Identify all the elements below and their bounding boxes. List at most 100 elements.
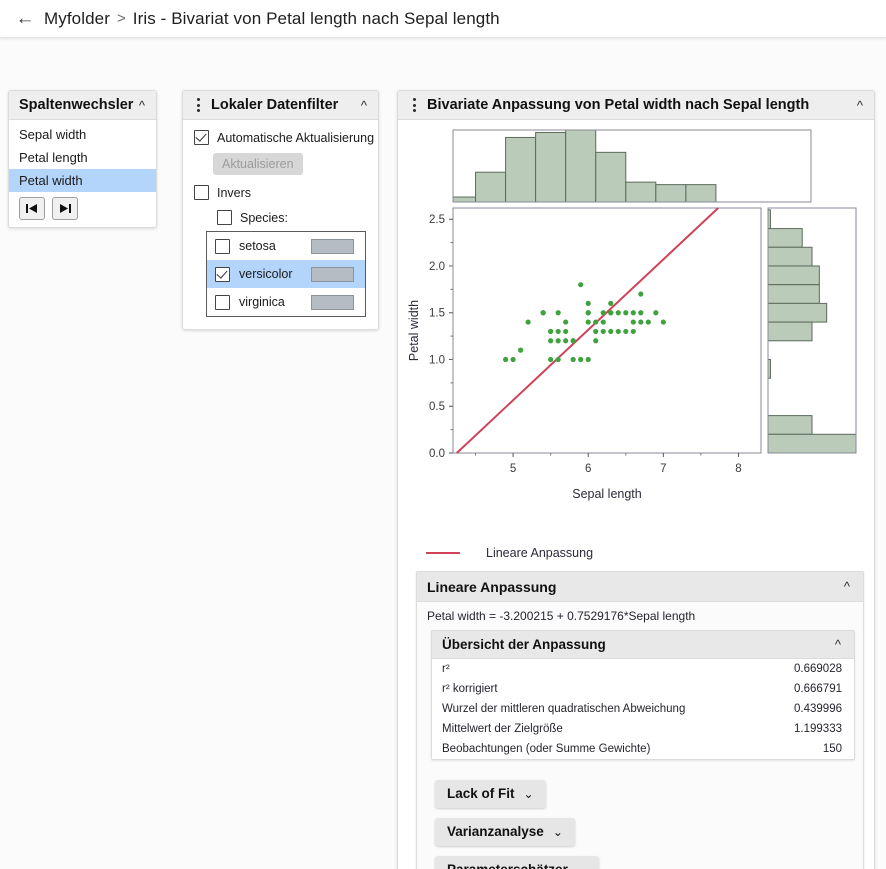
chevron-down-icon: ⌄ [577, 863, 587, 869]
back-arrow-icon[interactable]: ← [12, 6, 38, 32]
virginica-label: virginica [239, 295, 309, 309]
stat-label: r² [432, 659, 763, 679]
svg-text:0.0: 0.0 [429, 448, 445, 460]
svg-text:Petal width: Petal width [407, 300, 421, 361]
lack-of-fit-label: Lack of Fit [447, 786, 515, 801]
stat-value: 1.199333 [763, 719, 854, 739]
chevron-up-icon[interactable]: ^ [854, 97, 866, 114]
table-row: Wurzel der mittleren quadratischen Abwei… [432, 699, 854, 719]
auto-update-label: Automatische Aktualisierung [217, 131, 374, 145]
fit-summary-box: Übersicht der Anpassung ^ r² 0.669028 r²… [431, 630, 855, 760]
svg-text:5: 5 [510, 463, 516, 475]
svg-text:8: 8 [735, 463, 741, 475]
step-forward-icon [58, 203, 72, 214]
column-switcher-header: Spaltenwechsler ^ [9, 91, 156, 120]
species-group-checkbox[interactable] [217, 210, 232, 225]
data-filter-title: Lokaler Datenfilter [211, 97, 338, 113]
column-item-sepal-width[interactable]: Sepal width [9, 123, 156, 146]
kebab-menu-icon[interactable] [407, 98, 421, 112]
svg-text:0.5: 0.5 [429, 401, 445, 413]
linear-fit-legend-label: Lineare Anpassung [486, 546, 593, 560]
versicolor-label: versicolor [239, 267, 309, 281]
previous-column-button[interactable] [19, 197, 45, 220]
bivariate-title: Bivariate Anpassung von Petal width nach… [427, 97, 809, 113]
svg-text:7: 7 [660, 463, 666, 475]
species-row-setosa[interactable]: setosa [207, 232, 365, 260]
parameterschaetzer-section-button[interactable]: Parameterschätzer ⌄ [435, 856, 599, 869]
species-row-versicolor[interactable]: versicolor [207, 260, 365, 288]
svg-text:1.5: 1.5 [429, 308, 445, 320]
chevron-up-icon[interactable]: ^ [841, 578, 853, 595]
versicolor-count-bar [311, 267, 354, 282]
stat-value: 0.669028 [763, 659, 854, 679]
breadcrumb-root[interactable]: Myfolder [44, 9, 110, 29]
invers-row[interactable]: Invers [183, 183, 378, 202]
species-list: setosa versicolor virginica [206, 231, 366, 317]
stat-value: 150 [763, 739, 854, 759]
chevron-up-icon[interactable]: ^ [358, 97, 370, 114]
varianzanalyse-label: Varianzanalyse [447, 824, 544, 839]
lack-of-fit-section-button[interactable]: Lack of Fit ⌄ [435, 780, 546, 808]
species-group-row[interactable]: Species: [206, 208, 378, 227]
stat-value: 0.666791 [763, 679, 854, 699]
stat-label: r² korrigiert [432, 679, 763, 699]
plot-legend: Lineare Anpassung [398, 540, 874, 562]
auto-update-row[interactable]: Automatische Aktualisierung [183, 128, 378, 147]
kebab-menu-icon[interactable] [191, 98, 205, 112]
stat-label: Beobachtungen (oder Summe Gewichte) [432, 739, 763, 759]
bivariate-fit-panel: Bivariate Anpassung von Petal width nach… [397, 90, 875, 869]
local-data-filter-panel: Lokaler Datenfilter ^ Automatische Aktua… [182, 90, 379, 330]
linear-fit-header: Lineare Anpassung ^ [417, 572, 863, 602]
next-column-button[interactable] [52, 197, 78, 220]
column-list: Sepal width Petal length Petal width [9, 120, 156, 192]
table-row: r² korrigiert 0.666791 [432, 679, 854, 699]
parameterschaetzer-label: Parameterschätzer [447, 862, 568, 869]
fit-summary-table: r² 0.669028 r² korrigiert 0.666791 Wurze… [432, 659, 854, 759]
table-row: r² 0.669028 [432, 659, 854, 679]
step-backward-icon [25, 203, 39, 214]
stat-value: 0.439996 [763, 699, 854, 719]
linear-fit-report: Lineare Anpassung ^ Petal width = -3.200… [416, 571, 864, 869]
svg-text:2.0: 2.0 [429, 261, 445, 273]
scatterplot-region[interactable]: 0.00.51.01.52.02.55678Sepal lengthPetal … [398, 120, 874, 540]
svg-text:6: 6 [585, 463, 591, 475]
breadcrumb-bar: ← Myfolder > Iris - Bivariat von Petal l… [0, 0, 886, 38]
setosa-label: setosa [239, 239, 309, 253]
update-button[interactable]: Aktualisieren [213, 153, 303, 175]
bivariate-plot-svg: 0.00.51.01.52.02.55678Sepal lengthPetal … [398, 120, 875, 540]
table-row: Beobachtungen (oder Summe Gewichte) 150 [432, 739, 854, 759]
virginica-count-bar [311, 295, 354, 310]
species-row-virginica[interactable]: virginica [207, 288, 365, 316]
versicolor-checkbox[interactable] [215, 267, 230, 282]
fit-summary-title: Übersicht der Anpassung [442, 637, 606, 652]
regression-equation: Petal width = -3.200215 + 0.7529176*Sepa… [417, 602, 863, 630]
workspace: Spaltenwechsler ^ Sepal width Petal leng… [0, 38, 886, 869]
chevron-up-icon[interactable]: ^ [832, 636, 844, 653]
setosa-count-bar [311, 239, 354, 254]
column-nav-buttons [9, 192, 156, 227]
chevron-down-icon: ⌄ [553, 825, 563, 839]
data-filter-body: Automatische Aktualisierung Aktualisiere… [183, 120, 378, 329]
stat-label: Mittelwert der Zielgröße [432, 719, 763, 739]
table-row: Mittelwert der Zielgröße 1.199333 [432, 719, 854, 739]
column-switcher-title: Spaltenwechsler [19, 97, 133, 113]
varianzanalyse-section-button[interactable]: Varianzanalyse ⌄ [435, 818, 575, 846]
stat-label: Wurzel der mittleren quadratischen Abwei… [432, 699, 763, 719]
auto-update-checkbox[interactable] [194, 130, 209, 145]
breadcrumb-separator: > [117, 10, 126, 27]
virginica-checkbox[interactable] [215, 295, 230, 310]
fit-summary-header: Übersicht der Anpassung ^ [432, 631, 854, 659]
bivariate-header: Bivariate Anpassung von Petal width nach… [398, 91, 874, 120]
column-switcher-panel: Spaltenwechsler ^ Sepal width Petal leng… [8, 90, 157, 228]
column-item-petal-width[interactable]: Petal width [9, 169, 156, 192]
breadcrumb-current: Iris - Bivariat von Petal length nach Se… [133, 9, 500, 29]
chevron-down-icon: ⌄ [524, 787, 534, 801]
svg-text:2.5: 2.5 [429, 214, 445, 226]
setosa-checkbox[interactable] [215, 239, 230, 254]
column-item-petal-length[interactable]: Petal length [9, 146, 156, 169]
linear-fit-legend-swatch [426, 552, 460, 555]
invers-checkbox[interactable] [194, 185, 209, 200]
chevron-up-icon[interactable]: ^ [136, 97, 148, 114]
svg-text:1.0: 1.0 [429, 354, 445, 366]
linear-fit-title: Lineare Anpassung [427, 579, 556, 595]
